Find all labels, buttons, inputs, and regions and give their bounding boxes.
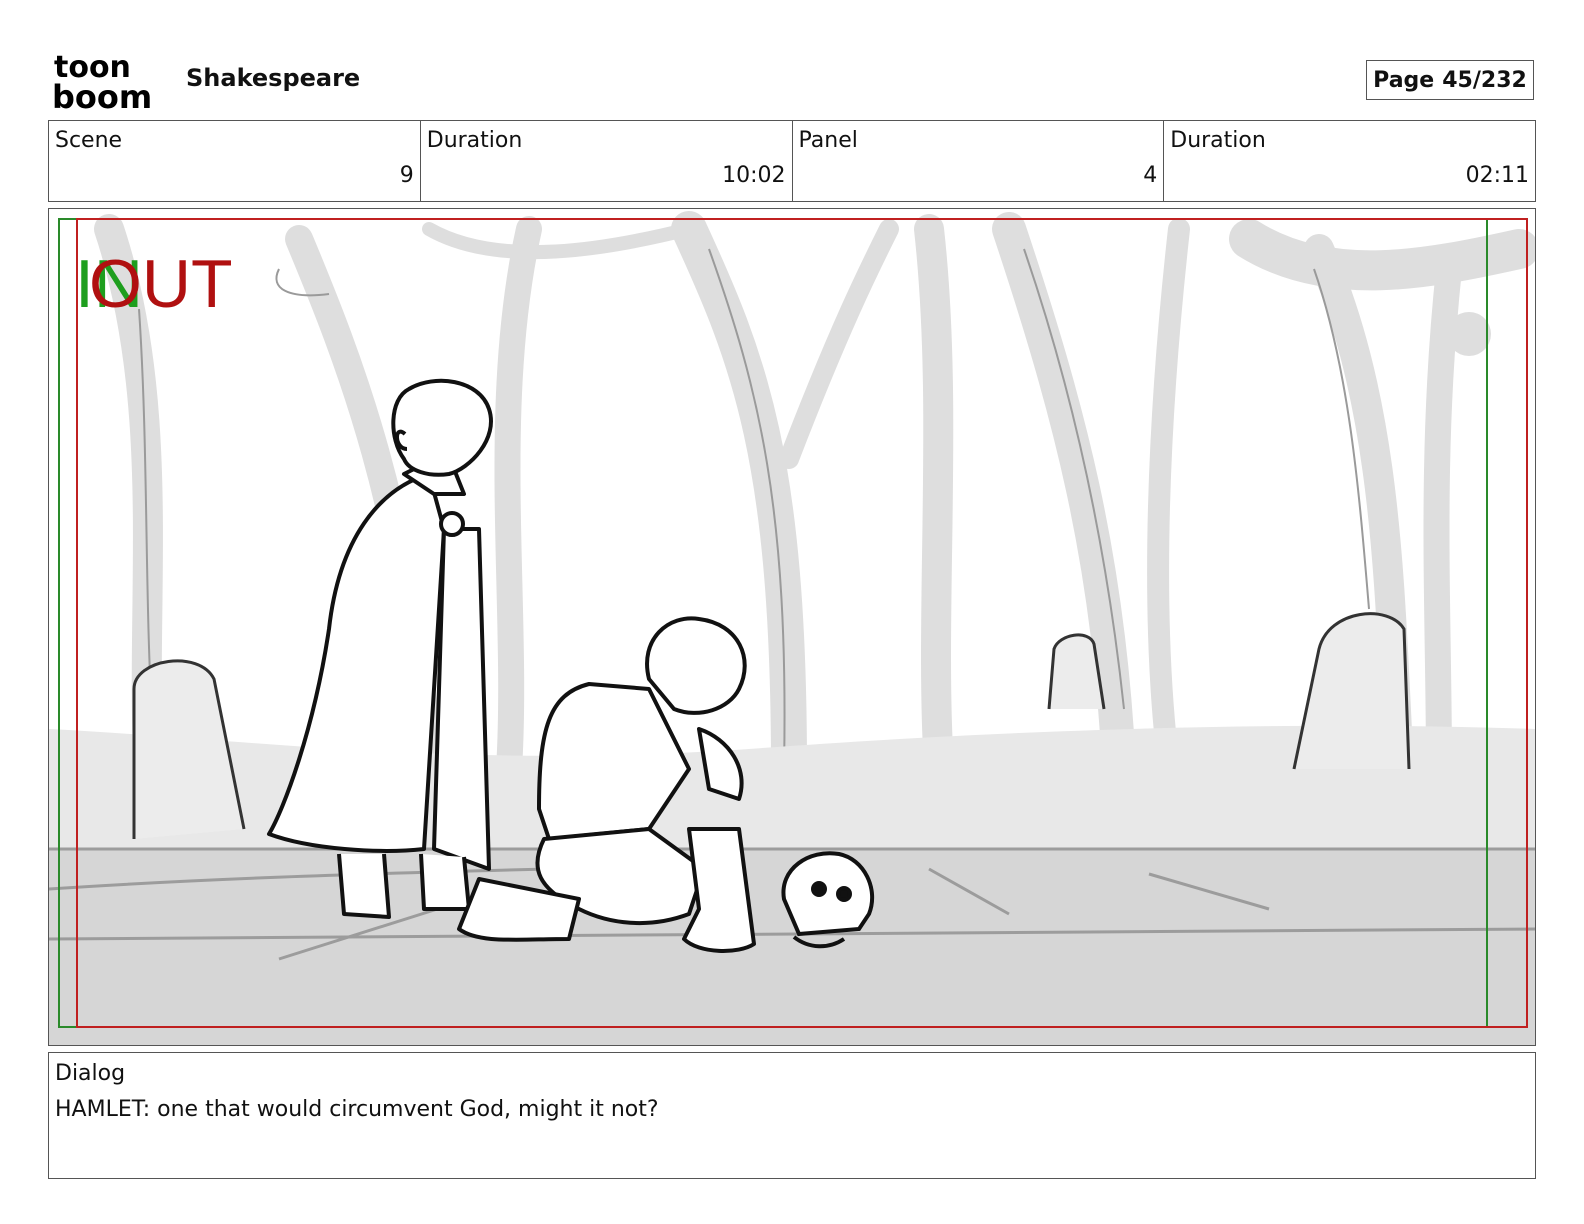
dialog-text: HAMLET: one that would circumvent God, m…	[55, 1097, 659, 1122]
panel-label: Panel	[798, 128, 858, 153]
panel-info-row: Scene 9 Duration 10:02 Panel 4 Duration …	[48, 120, 1536, 202]
panel-value: 4	[1143, 163, 1158, 188]
dialog-box: Dialog HAMLET: one that would circumvent…	[48, 1052, 1536, 1179]
out-label: OUT	[89, 246, 233, 322]
panel-cell: Panel 4	[793, 121, 1165, 201]
project-title: Shakespeare	[186, 64, 361, 92]
page-number: 45/232	[1442, 67, 1527, 93]
scene-cell: Scene 9	[49, 121, 421, 201]
scene-duration-label: Duration	[426, 128, 523, 153]
toon-boom-logo: toon boom	[52, 50, 152, 112]
dialog-label: Dialog	[55, 1061, 126, 1086]
panel-duration-value: 02:11	[1465, 163, 1529, 188]
scene-duration-value: 10:02	[722, 163, 786, 188]
panel-sketch: IN OUT	[49, 209, 1535, 1045]
page-indicator: Page 45/232	[1366, 60, 1534, 100]
page-label: Page	[1373, 67, 1435, 93]
scene-duration-cell: Duration 10:02	[421, 121, 793, 201]
storyboard-panel: IN OUT	[48, 208, 1536, 1046]
scene-label: Scene	[55, 128, 123, 153]
logo-line-2: boom	[52, 78, 152, 112]
scene-value: 9	[399, 163, 414, 188]
panel-duration-cell: Duration 02:11	[1164, 121, 1535, 201]
panel-duration-label: Duration	[1170, 128, 1266, 153]
